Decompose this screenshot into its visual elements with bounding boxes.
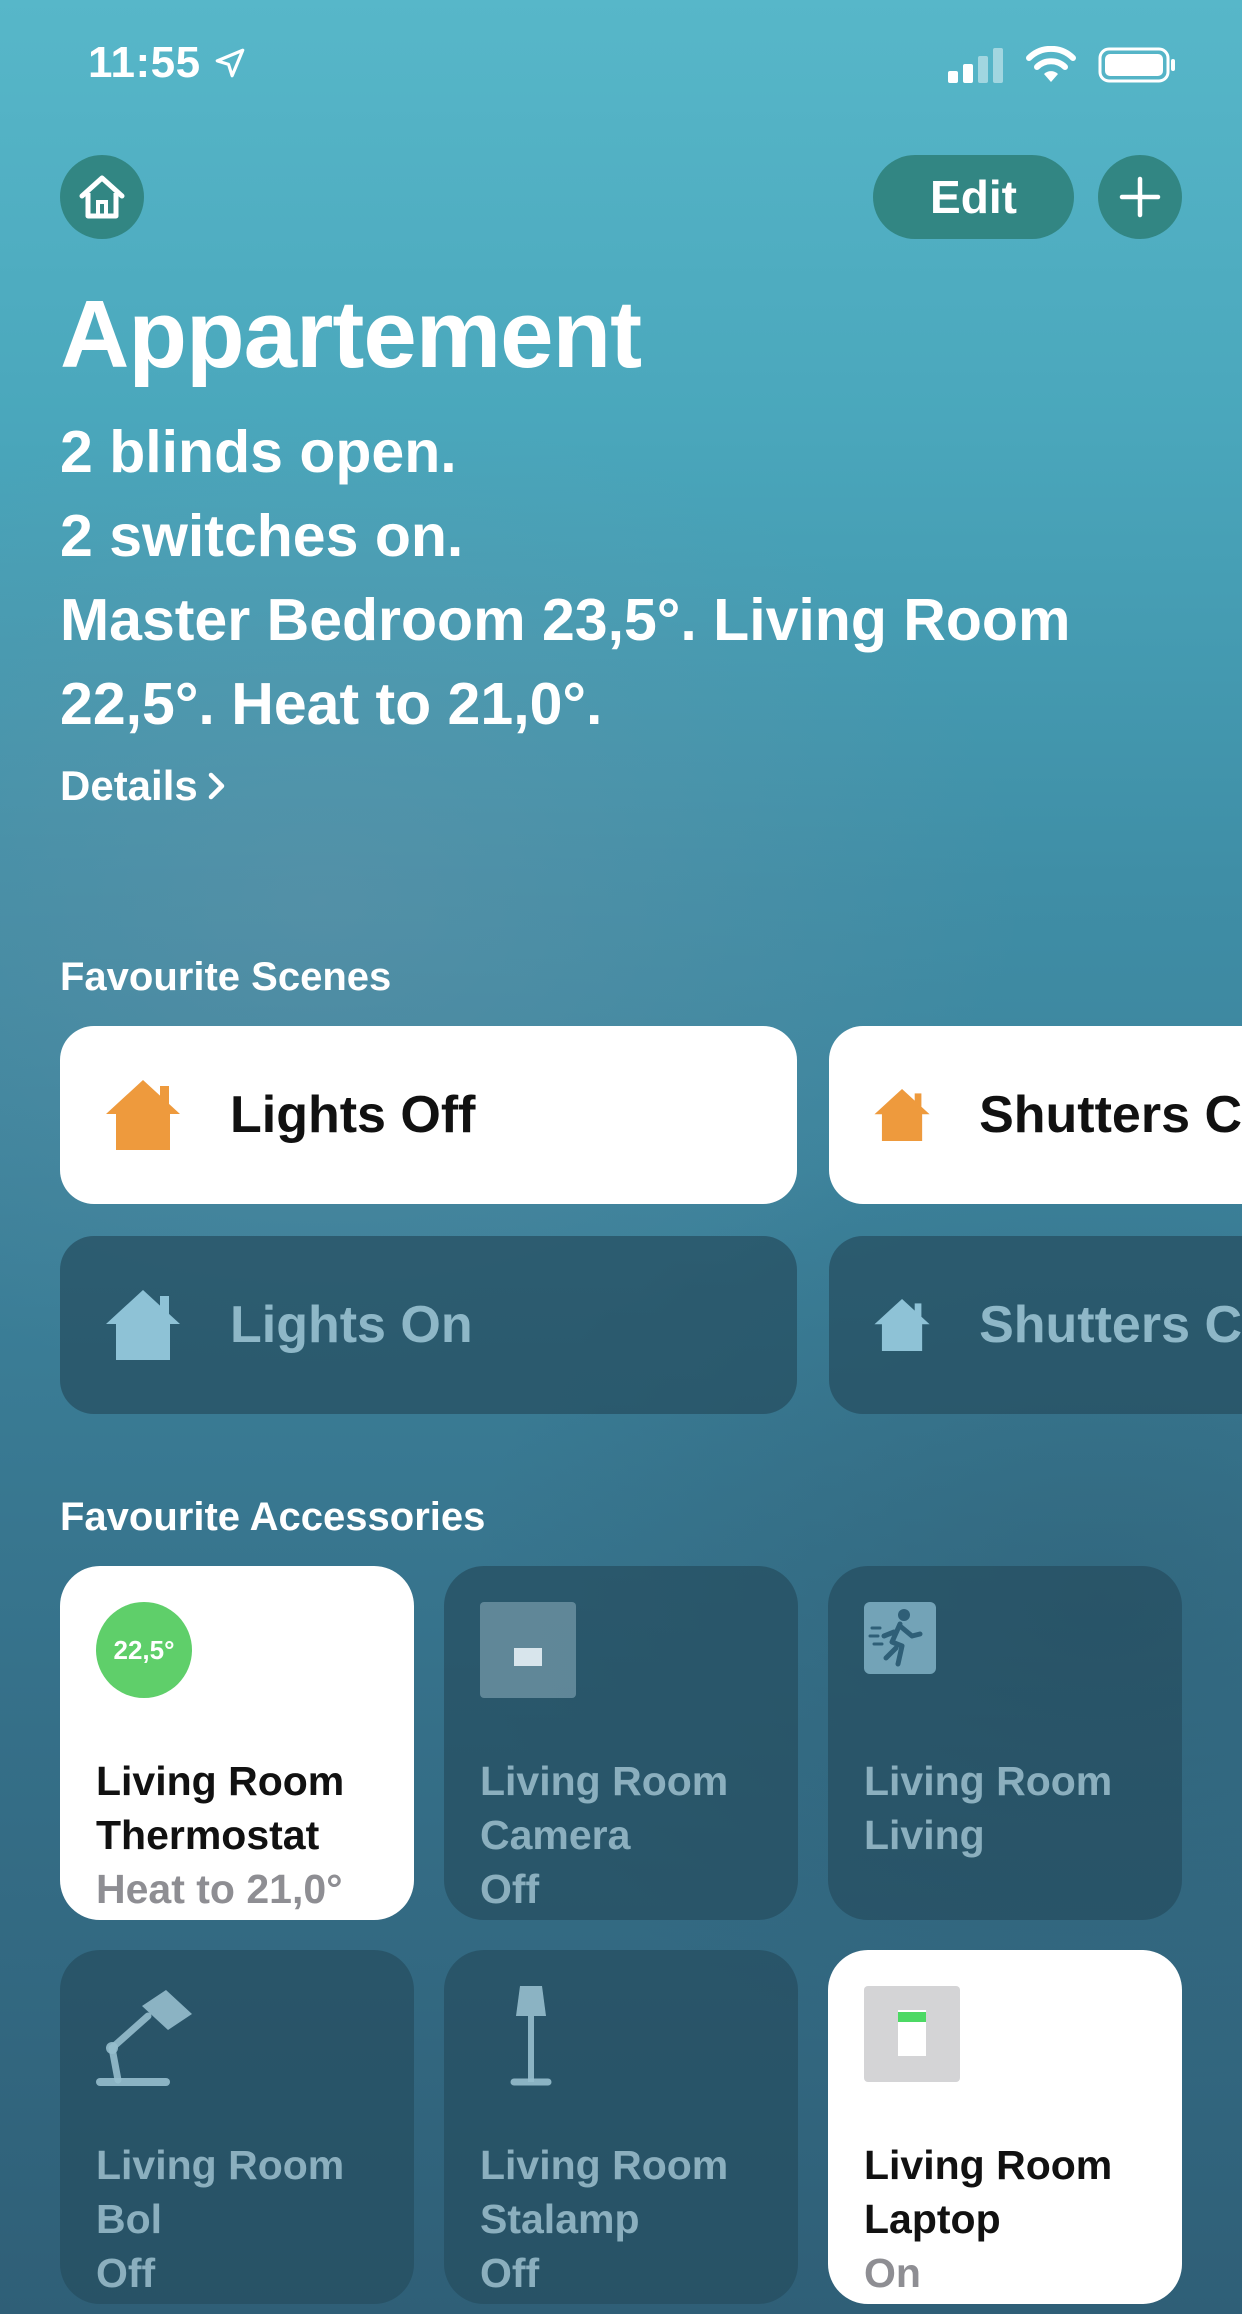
accessory-state: Off [480, 2250, 540, 2296]
home-summary: 2 blinds open. 2 switches on. Master Bed… [60, 410, 1190, 746]
accessory-state: Off [96, 2250, 156, 2296]
status-time-text: 11:55 [88, 38, 201, 87]
details-label: Details [60, 762, 198, 809]
accessory-state: Off [480, 1866, 540, 1912]
scene-house-icon [106, 1080, 180, 1150]
home-outline-icon [79, 175, 125, 219]
accessory-tile-stalamp[interactable]: Living Room Stalamp Off [444, 1950, 798, 2304]
status-time: 11:55 [88, 38, 247, 88]
favourite-accessories-heading: Favourite Accessories [60, 1495, 486, 1539]
switch-icon [480, 1602, 576, 1698]
scene-tile[interactable]: Lights On [60, 1236, 797, 1414]
scene-house-icon [874, 1088, 930, 1142]
status-indicators [946, 46, 1178, 84]
accessory-tile-bol[interactable]: Living Room Bol Off [60, 1950, 414, 2304]
accessory-name: Living Room Thermostat [96, 1758, 345, 1858]
edit-button[interactable]: Edit [873, 155, 1074, 239]
thermostat-icon: 22,5° [96, 1602, 192, 1698]
scene-label: Lights On [230, 1296, 473, 1354]
scene-label: Shutters C [979, 1296, 1242, 1354]
accessory-name: Living Room Camera [480, 1758, 729, 1858]
accessory-tile-laptop[interactable]: Living Room Laptop On [828, 1950, 1182, 2304]
accessory-state: Heat to 21,0° [96, 1866, 343, 1912]
scene-tile[interactable]: Shutters C [829, 1236, 1242, 1414]
add-button[interactable] [1098, 155, 1182, 239]
switch-on-icon [864, 1986, 960, 2082]
chevron-right-icon [208, 772, 224, 800]
scene-tile[interactable]: Lights Off [60, 1026, 797, 1204]
favourite-scenes-heading: Favourite Scenes [60, 955, 392, 999]
scene-label: Shutters C [979, 1086, 1242, 1144]
accessory-name: Living Room Stalamp [480, 2142, 729, 2242]
accessory-name: Living Room Living [864, 1758, 1113, 1858]
accessory-state: On [864, 2250, 921, 2296]
summary-line: 2 switches on. [60, 503, 464, 569]
plus-icon [1119, 176, 1161, 218]
location-arrow-icon [215, 48, 244, 78]
motion-sensor-icon [864, 1602, 936, 1674]
accessory-name: Living Room Laptop [864, 2142, 1113, 2242]
wifi-icon [1026, 46, 1076, 82]
floor-lamp-icon [510, 1986, 552, 2086]
cellular-signal-icon [948, 48, 1003, 83]
desk-lamp-icon [96, 1990, 192, 2086]
summary-line: 2 blinds open. [60, 419, 457, 485]
scene-label: Lights Off [230, 1086, 476, 1144]
scene-house-icon [106, 1290, 180, 1360]
accessory-tile-thermostat[interactable]: 22,5° Living Room Thermostat Heat to 21,… [60, 1566, 414, 1920]
home-button[interactable] [60, 155, 144, 239]
scene-house-icon [874, 1298, 930, 1352]
accessory-tile-camera[interactable]: Living Room Camera Off [444, 1566, 798, 1920]
accessory-name: Living Room Bol [96, 2142, 345, 2242]
details-link[interactable]: Details [60, 762, 228, 810]
summary-line: Master Bedroom 23,5°. Living Room 22,5°.… [60, 587, 1071, 737]
home-title: Appartement [60, 281, 642, 388]
accessory-tile-living[interactable]: Living Room Living [828, 1566, 1182, 1920]
scene-tile[interactable]: Shutters C [829, 1026, 1242, 1204]
battery-icon [1098, 47, 1175, 83]
